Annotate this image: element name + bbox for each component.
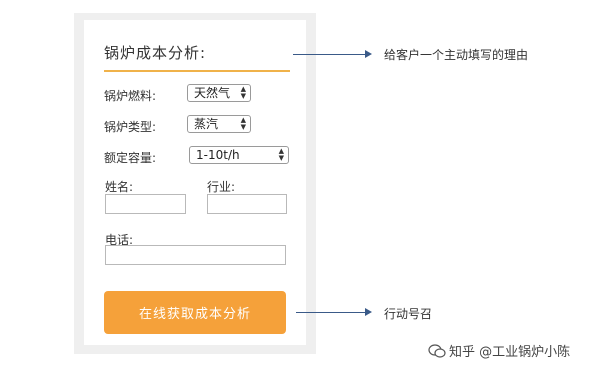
name-input[interactable] [105, 194, 186, 214]
type-select[interactable]: 蒸汽 ▲ ▼ [187, 115, 251, 133]
watermark: 知乎 @工业锅炉小陈 [428, 341, 570, 360]
capacity-select-value: 1-10t/h [196, 148, 240, 162]
fuel-label: 锅炉燃料: [104, 89, 157, 103]
get-analysis-button[interactable]: 在线获取成本分析 [104, 291, 286, 334]
industry-input[interactable] [207, 194, 287, 214]
cta-note: 行动号召 [384, 307, 433, 321]
select-arrows-icon: ▲ ▼ [278, 147, 284, 162]
fuel-select[interactable]: 天然气 ▲ ▼ [187, 84, 251, 102]
select-arrows-icon: ▲ ▼ [240, 116, 246, 131]
reason-arrow-icon [365, 50, 372, 58]
select-arrows-icon: ▲ ▼ [240, 85, 246, 100]
reason-note: 给客户一个主动填写的理由 [384, 48, 529, 62]
form-title: 锅炉成本分析: [104, 44, 207, 62]
cta-arrow-line [296, 312, 366, 313]
fuel-select-value: 天然气 [194, 86, 231, 100]
reason-arrow-line [293, 54, 366, 55]
type-select-value: 蒸汽 [194, 117, 219, 131]
type-label: 锅炉类型: [104, 120, 157, 134]
phone-input[interactable] [105, 245, 286, 265]
title-divider [104, 70, 290, 72]
cta-arrow-icon [365, 308, 372, 316]
wechat-icon [428, 343, 446, 358]
watermark-text: 知乎 @工业锅炉小陈 [449, 345, 571, 360]
capacity-select[interactable]: 1-10t/h ▲ ▼ [189, 146, 289, 164]
capacity-label: 额定容量: [104, 151, 157, 165]
name-label: 姓名: [105, 180, 134, 194]
industry-label: 行业: [207, 180, 236, 194]
